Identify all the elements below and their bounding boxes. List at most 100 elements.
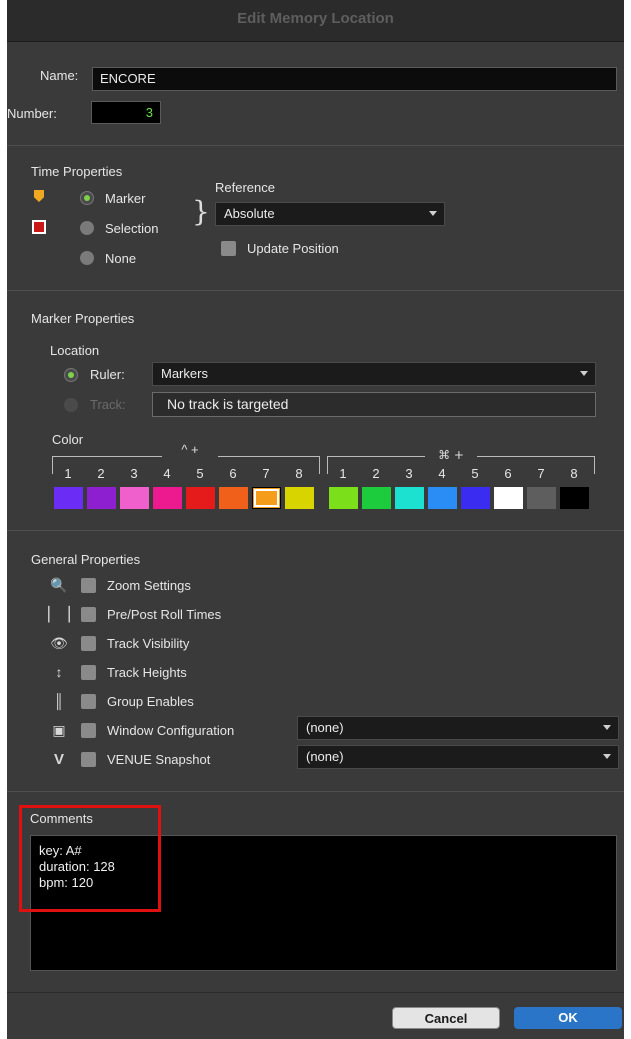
color-swatch[interactable] [219, 487, 248, 509]
venue-snapshot-dropdown[interactable]: (none) [297, 745, 619, 769]
color-number: 4 [163, 466, 171, 481]
color-swatch[interactable] [329, 487, 358, 509]
ruler-value: Markers [161, 366, 208, 381]
highlight-box [19, 805, 161, 912]
general-property-checkbox[interactable] [81, 694, 96, 709]
general-property-label: Pre/Post Roll Times [107, 607, 222, 622]
track-label: Track: [90, 397, 126, 412]
general-property-label: Track Heights [107, 665, 187, 680]
color-swatch[interactable] [362, 487, 391, 509]
general-property-label: Track Visibility [107, 636, 190, 651]
ok-button[interactable]: OK [514, 1007, 622, 1029]
color-swatch[interactable] [252, 487, 281, 509]
general-property-checkbox[interactable] [81, 607, 96, 622]
color-swatch[interactable] [186, 487, 215, 509]
color-number: 3 [130, 466, 138, 481]
color-swatch[interactable] [560, 487, 589, 509]
track-heights-icon: ↕ [55, 664, 63, 680]
color-swatch[interactable] [461, 487, 490, 509]
magnifier-icon: 🔍 [50, 576, 68, 593]
ruler-dropdown[interactable]: Markers [152, 362, 596, 386]
color-swatch[interactable] [428, 487, 457, 509]
general-property-checkbox[interactable] [81, 723, 96, 738]
marker-icon [34, 190, 44, 202]
general-property-label: Zoom Settings [107, 578, 191, 593]
name-label: Name: [40, 68, 79, 83]
color-number: 5 [196, 466, 204, 481]
window-configuration-value: (none) [306, 720, 344, 735]
color-number: 8 [295, 466, 303, 481]
window-configuration-dropdown[interactable]: (none) [297, 716, 619, 740]
venue-icon: V [53, 750, 64, 768]
eye-icon: 👁 [50, 634, 68, 651]
window-config-icon: ▣ [52, 721, 66, 738]
group1-bracket-right [319, 456, 320, 474]
color-number: 7 [262, 466, 270, 481]
general-property-label: VENUE Snapshot [107, 752, 211, 767]
pre-post-roll-icon: ▏▕ [48, 605, 70, 622]
group-enables-icon: ║ [54, 693, 64, 709]
edit-memory-location-dialog: Edit Memory Location Name: ENCORE Number… [7, 0, 624, 1039]
color-number: 1 [64, 466, 72, 481]
radio-none[interactable] [80, 251, 94, 265]
color-number: 4 [438, 466, 446, 481]
color-number: 7 [537, 466, 545, 481]
color-swatch[interactable] [395, 487, 424, 509]
general-property-checkbox[interactable] [81, 636, 96, 651]
divider [7, 992, 624, 993]
divider [7, 791, 624, 792]
radio-selection-label: Selection [105, 221, 159, 236]
color-number: 6 [229, 466, 237, 481]
color-number: 2 [372, 466, 380, 481]
color-swatch[interactable] [87, 487, 116, 509]
color-number: 2 [97, 466, 105, 481]
group2-bracket-left [327, 456, 328, 474]
brace-glyph: } [192, 195, 210, 228]
marker-properties-heading: Marker Properties [31, 311, 135, 326]
selection-icon [32, 220, 46, 234]
radio-ruler[interactable] [64, 368, 78, 382]
chevron-down-icon [603, 754, 611, 759]
radio-none-label: None [105, 251, 137, 266]
name-input[interactable]: ENCORE [92, 67, 617, 91]
color-swatch[interactable] [285, 487, 314, 509]
radio-selection[interactable] [80, 221, 94, 235]
divider [7, 530, 624, 531]
general-property-label: Group Enables [107, 694, 194, 709]
title-bar: Edit Memory Location [7, 0, 624, 42]
chevron-down-icon [429, 211, 437, 216]
group1-modifier: ^ + [162, 442, 218, 462]
radio-marker-label: Marker [105, 191, 146, 206]
general-property-checkbox[interactable] [81, 578, 96, 593]
color-number: 5 [471, 466, 479, 481]
group2-bracket-right [594, 456, 595, 474]
color-swatch[interactable] [527, 487, 556, 509]
reference-label: Reference [215, 180, 275, 195]
time-properties-heading: Time Properties [31, 164, 123, 179]
update-position-label: Update Position [247, 241, 339, 256]
color-swatch[interactable] [54, 487, 83, 509]
reference-value: Absolute [224, 206, 275, 221]
window-title: Edit Memory Location [237, 10, 394, 27]
general-properties-heading: General Properties [31, 552, 141, 567]
divider [7, 290, 624, 291]
track-field: No track is targeted [152, 392, 596, 417]
color-swatch[interactable] [153, 487, 182, 509]
color-swatch[interactable] [120, 487, 149, 509]
update-position-checkbox[interactable] [221, 241, 236, 256]
general-property-checkbox[interactable] [81, 752, 96, 767]
number-input[interactable]: 3 [91, 101, 161, 124]
venue-snapshot-value: (none) [306, 749, 344, 764]
location-label: Location [50, 343, 100, 358]
radio-marker[interactable] [80, 191, 94, 205]
group1-bracket-left [52, 456, 53, 474]
color-label: Color [52, 432, 84, 447]
cancel-button[interactable]: Cancel [392, 1007, 500, 1029]
divider [7, 145, 624, 146]
radio-track[interactable] [64, 398, 78, 412]
color-swatch[interactable] [494, 487, 523, 509]
color-number: 3 [405, 466, 413, 481]
reference-dropdown[interactable]: Absolute [215, 202, 445, 226]
general-property-checkbox[interactable] [81, 665, 96, 680]
color-number: 8 [570, 466, 578, 481]
